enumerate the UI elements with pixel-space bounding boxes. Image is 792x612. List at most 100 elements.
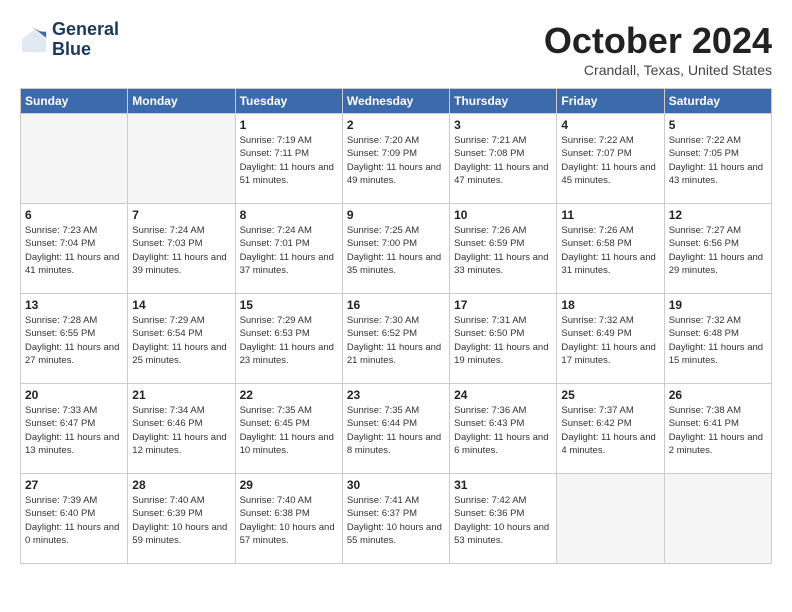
day-cell: 25 Sunrise: 7:37 AM Sunset: 6:42 PM Dayli… — [557, 384, 664, 474]
day-info: Sunrise: 7:40 AM Sunset: 6:38 PM Dayligh… — [240, 494, 338, 547]
logo-icon — [20, 26, 48, 54]
calendar-table: SundayMondayTuesdayWednesdayThursdayFrid… — [20, 88, 772, 564]
day-info: Sunrise: 7:32 AM Sunset: 6:49 PM Dayligh… — [561, 314, 659, 367]
day-info: Sunrise: 7:42 AM Sunset: 6:36 PM Dayligh… — [454, 494, 552, 547]
day-info: Sunrise: 7:30 AM Sunset: 6:52 PM Dayligh… — [347, 314, 445, 367]
day-info: Sunrise: 7:22 AM Sunset: 7:07 PM Dayligh… — [561, 134, 659, 187]
page-header: General Blue October 2024 Crandall, Texa… — [20, 20, 772, 78]
day-number: 28 — [132, 478, 230, 492]
day-cell: 17Sunrise: 7:31 AM Sunset: 6:50 PM Dayli… — [450, 294, 557, 384]
day-cell: 23Sunrise: 7:35 AM Sunset: 6:44 PM Dayli… — [342, 384, 449, 474]
day-number: 24 — [454, 388, 552, 402]
header-row: SundayMondayTuesdayWednesdayThursdayFrid… — [21, 89, 772, 114]
day-cell: 3 Sunrise: 7:21 AM Sunset: 7:08 PM Daylig… — [450, 114, 557, 204]
day-info: Sunrise: 7:29 AM Sunset: 6:54 PM Dayligh… — [132, 314, 230, 367]
day-cell: 19Sunrise: 7:32 AM Sunset: 6:48 PM Dayli… — [664, 294, 771, 384]
header-wednesday: Wednesday — [342, 89, 449, 114]
day-cell: 10 Sunrise: 7:26 AM Sunset: 6:59 PM Dayli… — [450, 204, 557, 294]
day-info: Sunrise: 7:39 AM Sunset: 6:40 PM Dayligh… — [25, 494, 123, 547]
day-info: Sunrise: 7:31 AM Sunset: 6:50 PM Dayligh… — [454, 314, 552, 367]
day-info: Sunrise: 7:28 AM Sunset: 6:55 PM Dayligh… — [25, 314, 123, 367]
day-number: 16 — [347, 298, 445, 312]
day-cell: 31 Sunrise: 7:42 AM Sunset: 6:36 PM Dayli… — [450, 474, 557, 564]
day-cell: 28 Sunrise: 7:40 AM Sunset: 6:39 PM Dayli… — [128, 474, 235, 564]
day-number: 10 — [454, 208, 552, 222]
day-number: 14 — [132, 298, 230, 312]
day-number: 9 — [347, 208, 445, 222]
day-cell: 15 Sunrise: 7:29 AM Sunset: 6:53 PM Dayli… — [235, 294, 342, 384]
day-number: 21 — [132, 388, 230, 402]
day-cell — [664, 474, 771, 564]
day-number: 6 — [25, 208, 123, 222]
day-cell: 2 Sunrise: 7:20 AM Sunset: 7:09 PM Daylig… — [342, 114, 449, 204]
day-cell: 22Sunrise: 7:35 AM Sunset: 6:45 PM Dayli… — [235, 384, 342, 474]
day-number: 15 — [240, 298, 338, 312]
day-cell — [128, 114, 235, 204]
header-tuesday: Tuesday — [235, 89, 342, 114]
title-block: October 2024 Crandall, Texas, United Sta… — [544, 20, 772, 78]
calendar-header: SundayMondayTuesdayWednesdayThursdayFrid… — [21, 89, 772, 114]
day-info: Sunrise: 7:26 AM Sunset: 6:58 PM Dayligh… — [561, 224, 659, 277]
day-cell: 27 Sunrise: 7:39 AM Sunset: 6:40 PM Dayli… — [21, 474, 128, 564]
day-cell: 4 Sunrise: 7:22 AM Sunset: 7:07 PM Daylig… — [557, 114, 664, 204]
day-number: 7 — [132, 208, 230, 222]
header-monday: Monday — [128, 89, 235, 114]
day-cell: 11 Sunrise: 7:26 AM Sunset: 6:58 PM Dayli… — [557, 204, 664, 294]
month-title: October 2024 — [544, 20, 772, 62]
week-row-4: 27 Sunrise: 7:39 AM Sunset: 6:40 PM Dayli… — [21, 474, 772, 564]
day-cell: 13Sunrise: 7:28 AM Sunset: 6:55 PM Dayli… — [21, 294, 128, 384]
day-number: 2 — [347, 118, 445, 132]
day-number: 27 — [25, 478, 123, 492]
day-info: Sunrise: 7:37 AM Sunset: 6:42 PM Dayligh… — [561, 404, 659, 457]
week-row-2: 13Sunrise: 7:28 AM Sunset: 6:55 PM Dayli… — [21, 294, 772, 384]
day-number: 4 — [561, 118, 659, 132]
day-cell — [21, 114, 128, 204]
day-cell: 26 Sunrise: 7:38 AM Sunset: 6:41 PM Dayli… — [664, 384, 771, 474]
day-number: 25 — [561, 388, 659, 402]
day-info: Sunrise: 7:29 AM Sunset: 6:53 PM Dayligh… — [240, 314, 338, 367]
day-cell: 5 Sunrise: 7:22 AM Sunset: 7:05 PM Daylig… — [664, 114, 771, 204]
day-info: Sunrise: 7:41 AM Sunset: 6:37 PM Dayligh… — [347, 494, 445, 547]
day-info: Sunrise: 7:34 AM Sunset: 6:46 PM Dayligh… — [132, 404, 230, 457]
day-cell: 29 Sunrise: 7:40 AM Sunset: 6:38 PM Dayli… — [235, 474, 342, 564]
day-info: Sunrise: 7:36 AM Sunset: 6:43 PM Dayligh… — [454, 404, 552, 457]
day-number: 5 — [669, 118, 767, 132]
week-row-3: 20Sunrise: 7:33 AM Sunset: 6:47 PM Dayli… — [21, 384, 772, 474]
day-number: 29 — [240, 478, 338, 492]
day-info: Sunrise: 7:38 AM Sunset: 6:41 PM Dayligh… — [669, 404, 767, 457]
day-info: Sunrise: 7:33 AM Sunset: 6:47 PM Dayligh… — [25, 404, 123, 457]
day-info: Sunrise: 7:21 AM Sunset: 7:08 PM Dayligh… — [454, 134, 552, 187]
day-info: Sunrise: 7:24 AM Sunset: 7:01 PM Dayligh… — [240, 224, 338, 277]
day-number: 31 — [454, 478, 552, 492]
day-info: Sunrise: 7:32 AM Sunset: 6:48 PM Dayligh… — [669, 314, 767, 367]
week-row-0: 1 Sunrise: 7:19 AM Sunset: 7:11 PM Daylig… — [21, 114, 772, 204]
day-cell: 14 Sunrise: 7:29 AM Sunset: 6:54 PM Dayli… — [128, 294, 235, 384]
day-info: Sunrise: 7:40 AM Sunset: 6:39 PM Dayligh… — [132, 494, 230, 547]
day-info: Sunrise: 7:25 AM Sunset: 7:00 PM Dayligh… — [347, 224, 445, 277]
day-number: 11 — [561, 208, 659, 222]
day-cell: 6Sunrise: 7:23 AM Sunset: 7:04 PM Daylig… — [21, 204, 128, 294]
day-info: Sunrise: 7:26 AM Sunset: 6:59 PM Dayligh… — [454, 224, 552, 277]
day-cell: 21 Sunrise: 7:34 AM Sunset: 6:46 PM Dayli… — [128, 384, 235, 474]
day-number: 30 — [347, 478, 445, 492]
day-number: 12 — [669, 208, 767, 222]
day-number: 22 — [240, 388, 338, 402]
header-friday: Friday — [557, 89, 664, 114]
day-cell: 1 Sunrise: 7:19 AM Sunset: 7:11 PM Daylig… — [235, 114, 342, 204]
day-cell: 30 Sunrise: 7:41 AM Sunset: 6:37 PM Dayli… — [342, 474, 449, 564]
day-cell: 20Sunrise: 7:33 AM Sunset: 6:47 PM Dayli… — [21, 384, 128, 474]
day-cell: 16 Sunrise: 7:30 AM Sunset: 6:52 PM Dayli… — [342, 294, 449, 384]
day-number: 18 — [561, 298, 659, 312]
day-cell: 24 Sunrise: 7:36 AM Sunset: 6:43 PM Dayli… — [450, 384, 557, 474]
logo-text: General Blue — [52, 20, 119, 60]
day-number: 3 — [454, 118, 552, 132]
day-number: 1 — [240, 118, 338, 132]
header-saturday: Saturday — [664, 89, 771, 114]
day-info: Sunrise: 7:22 AM Sunset: 7:05 PM Dayligh… — [669, 134, 767, 187]
day-cell: 9 Sunrise: 7:25 AM Sunset: 7:00 PM Daylig… — [342, 204, 449, 294]
day-info: Sunrise: 7:20 AM Sunset: 7:09 PM Dayligh… — [347, 134, 445, 187]
day-cell: 7Sunrise: 7:24 AM Sunset: 7:03 PM Daylig… — [128, 204, 235, 294]
logo: General Blue — [20, 20, 119, 60]
day-info: Sunrise: 7:19 AM Sunset: 7:11 PM Dayligh… — [240, 134, 338, 187]
day-number: 26 — [669, 388, 767, 402]
